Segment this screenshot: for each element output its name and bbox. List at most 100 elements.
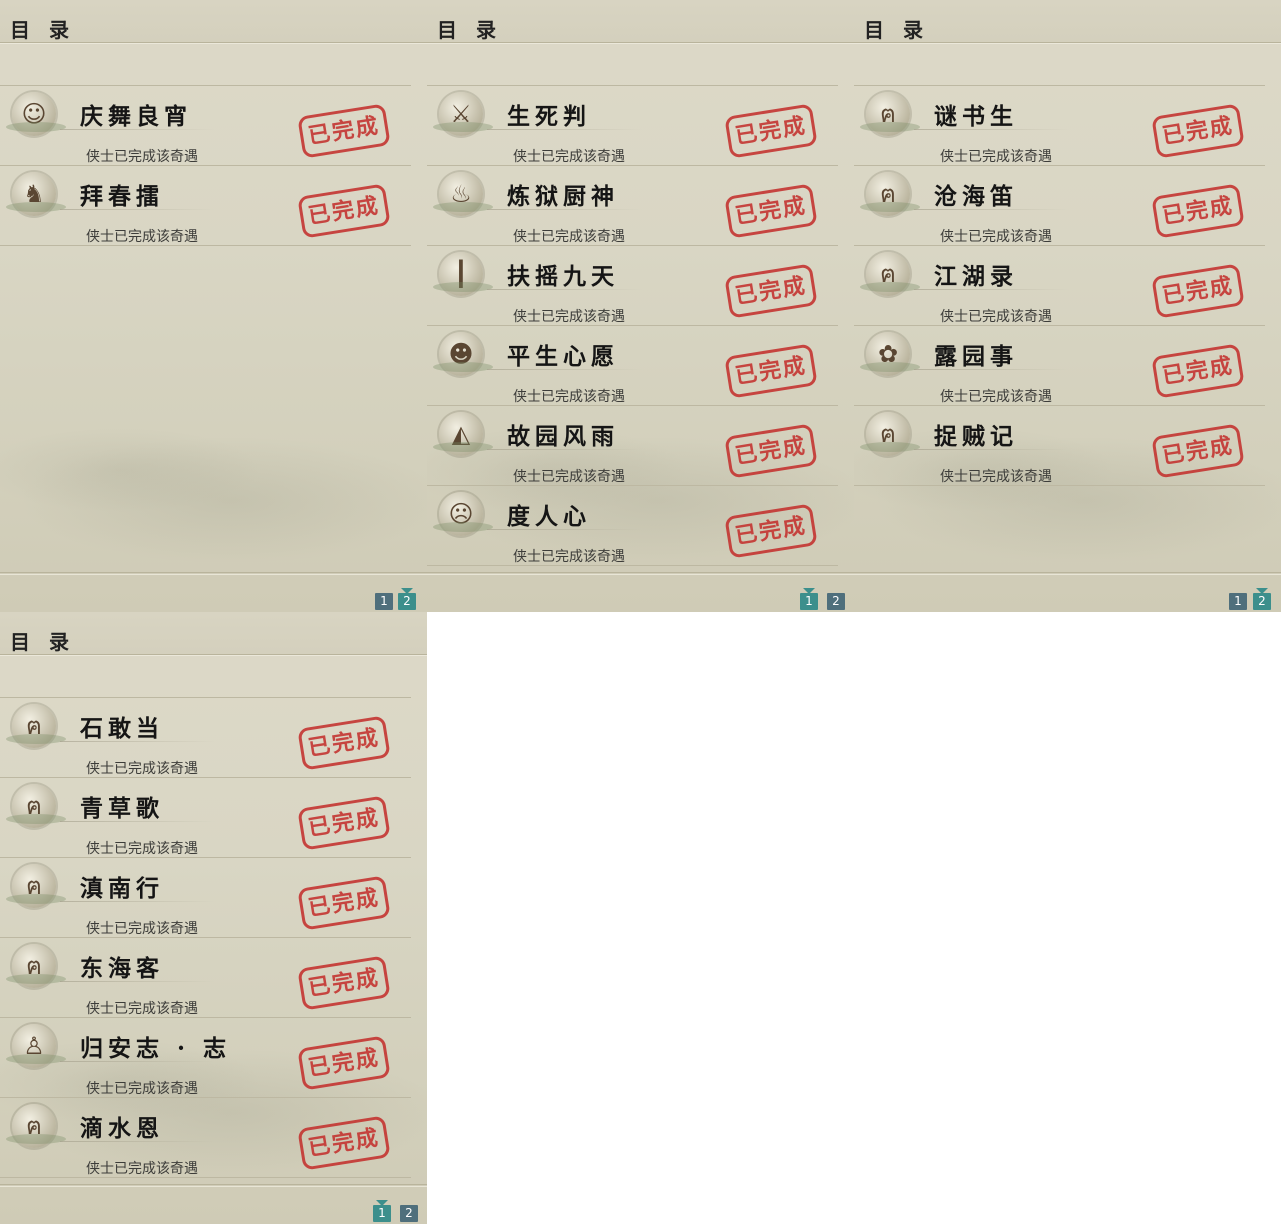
page-1-button[interactable]: 1	[375, 593, 393, 610]
page-1-button[interactable]: 1	[1229, 593, 1247, 610]
adventure-name: 捉贼记	[934, 423, 1018, 450]
cat-icon: ฅ	[6, 944, 66, 988]
adventure-item[interactable]: ฅ 捉贼记 侠士已完成该奇遇 已完成	[854, 406, 1265, 486]
adventure-name: 露园事	[934, 343, 1018, 370]
completed-stamp: 已完成	[724, 423, 818, 479]
page-1-button[interactable]: 1	[800, 588, 818, 610]
adventure-status: 侠士已完成该奇遇	[86, 1161, 198, 1177]
cat-icon: ฅ	[6, 864, 66, 908]
page-2-button[interactable]: 2	[1253, 588, 1271, 610]
fan-icon: ◭	[433, 412, 493, 456]
adventure-name: 青草歌	[80, 795, 164, 822]
adventure-status: 侠士已完成该奇遇	[86, 841, 198, 857]
adventure-status: 侠士已完成该奇遇	[513, 229, 625, 245]
buddha-statue-icon: ♙	[6, 1024, 66, 1068]
adventure-name: 扶摇九天	[507, 263, 619, 290]
adventure-name: 石敢当	[80, 715, 164, 742]
adventure-status: 侠士已完成该奇遇	[513, 469, 625, 485]
page-2-button[interactable]: 2	[398, 588, 416, 610]
adventure-catalog-panel-1: 目 录 ☺ 庆舞良宵 侠士已完成该奇遇 已完成 ♞ 拜春擂 侠士已完成该奇遇 已…	[0, 0, 427, 612]
adventure-status: 侠士已完成该奇遇	[86, 1001, 198, 1017]
adventure-item[interactable]: ฅ 青草歌 侠士已完成该奇遇 已完成	[0, 778, 411, 858]
lion-dance-icon: ☺	[6, 92, 66, 136]
adventure-status: 侠士已完成该奇遇	[513, 149, 625, 165]
completed-stamp: 已完成	[724, 503, 818, 559]
adventure-status: 侠士已完成该奇遇	[513, 549, 625, 565]
adventure-name: 归安志 · 志	[80, 1035, 232, 1062]
adventure-status: 侠士已完成该奇遇	[940, 229, 1052, 245]
adventure-name: 平生心愿	[507, 343, 619, 370]
cat-icon: ฅ	[860, 172, 920, 216]
completed-stamp: 已完成	[724, 343, 818, 399]
adventure-item[interactable]: ✿ 露园事 侠士已完成该奇遇 已完成	[854, 326, 1265, 406]
adventure-status: 侠士已完成该奇遇	[86, 761, 198, 777]
page-2-button[interactable]: 2	[827, 593, 845, 610]
cat-icon: ฅ	[6, 784, 66, 828]
adventure-status: 侠士已完成该奇遇	[513, 389, 625, 405]
cat-icon: ฅ	[6, 1104, 66, 1148]
adventure-item[interactable]: ☻ 平生心愿 侠士已完成该奇遇 已完成	[427, 326, 838, 406]
adventure-item[interactable]: ฅ 石敢当 侠士已完成该奇遇 已完成	[0, 698, 411, 778]
completed-stamp: 已完成	[297, 1035, 391, 1091]
adventure-name: 生死判	[507, 103, 591, 130]
adventure-item[interactable]: ฅ 江湖录 侠士已完成该奇遇 已完成	[854, 246, 1265, 326]
adventure-name: 沧海笛	[934, 183, 1018, 210]
adventure-item[interactable]: ♨ 炼狱厨神 侠士已完成该奇遇 已完成	[427, 166, 838, 246]
fairy-pet-icon: ✿	[860, 332, 920, 376]
adventure-item[interactable]: ♙ 归安志 · 志 侠士已完成该奇遇 已完成	[0, 1018, 411, 1098]
completed-stamp: 已完成	[1151, 423, 1245, 479]
completed-stamp: 已完成	[724, 183, 818, 239]
adventure-name: 滇南行	[80, 875, 164, 902]
adventure-item[interactable]: ┃ 扶摇九天 侠士已完成该奇遇 已完成	[427, 246, 838, 326]
adventure-item[interactable]: ฅ 沧海笛 侠士已完成该奇遇 已完成	[854, 166, 1265, 246]
adventure-name: 故园风雨	[507, 423, 619, 450]
adventure-name: 东海客	[80, 955, 164, 982]
cat-icon: ฅ	[860, 92, 920, 136]
adventure-name: 庆舞良宵	[80, 103, 192, 130]
adventure-item[interactable]: ⚔ 生死判 侠士已完成该奇遇 已完成	[427, 86, 838, 166]
completed-stamp: 已完成	[297, 183, 391, 239]
panel-title: 目 录	[437, 18, 502, 42]
wooden-post-icon: ┃	[433, 252, 493, 296]
adventure-status: 侠士已完成该奇遇	[86, 149, 198, 165]
adventure-status: 侠士已完成该奇遇	[940, 149, 1052, 165]
adventure-item[interactable]: ♞ 拜春擂 侠士已完成该奇遇 已完成	[0, 166, 411, 246]
adventure-status: 侠士已完成该奇遇	[86, 1081, 198, 1097]
cooking-pot-icon: ♨	[433, 172, 493, 216]
page-1-button[interactable]: 1	[373, 1200, 391, 1222]
completed-stamp: 已完成	[297, 875, 391, 931]
adventure-status: 侠士已完成该奇遇	[940, 389, 1052, 405]
adventure-item[interactable]: ฅ 谜书生 侠士已完成该奇遇 已完成	[854, 86, 1265, 166]
adventure-item[interactable]: ฅ 东海客 侠士已完成该奇遇 已完成	[0, 938, 411, 1018]
panel-title: 目 录	[864, 18, 929, 42]
adventure-status: 侠士已完成该奇遇	[86, 229, 198, 245]
completed-stamp: 已完成	[724, 103, 818, 159]
adventure-catalog-panel-4: 目 录 ฅ 石敢当 侠士已完成该奇遇 已完成 ฅ 青草歌 侠士已完成该奇遇 已完…	[0, 612, 427, 1224]
completed-stamp: 已完成	[297, 795, 391, 851]
adventure-status: 侠士已完成该奇遇	[940, 309, 1052, 325]
adventure-name: 滴水恩	[80, 1115, 164, 1142]
mask-icon: ☹	[433, 492, 493, 536]
adventure-item[interactable]: ◭ 故园风雨 侠士已完成该奇遇 已完成	[427, 406, 838, 486]
official-figure-icon: ☻	[433, 332, 493, 376]
adventure-item[interactable]: ฅ 滴水恩 侠士已完成该奇遇 已完成	[0, 1098, 411, 1178]
kangaroo-icon: ♞	[6, 172, 66, 216]
adventure-name: 炼狱厨神	[507, 183, 619, 210]
completed-stamp: 已完成	[297, 1115, 391, 1171]
completed-stamp: 已完成	[1151, 183, 1245, 239]
completed-stamp: 已完成	[297, 955, 391, 1011]
adventure-status: 侠士已完成该奇遇	[940, 469, 1052, 485]
completed-stamp: 已完成	[297, 715, 391, 771]
cat-icon: ฅ	[860, 412, 920, 456]
adventure-name: 谜书生	[934, 103, 1018, 130]
adventure-catalog-panel-2: 目 录 ⚔ 生死判 侠士已完成该奇遇 已完成 ♨ 炼狱厨神 侠士已完成该奇遇 已…	[427, 0, 854, 612]
adventure-item[interactable]: ฅ 滇南行 侠士已完成该奇遇 已完成	[0, 858, 411, 938]
completed-stamp: 已完成	[1151, 343, 1245, 399]
adventure-name: 拜春擂	[80, 183, 164, 210]
page-2-button[interactable]: 2	[400, 1205, 418, 1222]
broken-sword-icon: ⚔	[433, 92, 493, 136]
cat-icon: ฅ	[6, 704, 66, 748]
adventure-status: 侠士已完成该奇遇	[86, 921, 198, 937]
adventure-item[interactable]: ☺ 庆舞良宵 侠士已完成该奇遇 已完成	[0, 86, 411, 166]
adventure-item[interactable]: ☹ 度人心 侠士已完成该奇遇 已完成	[427, 486, 838, 566]
